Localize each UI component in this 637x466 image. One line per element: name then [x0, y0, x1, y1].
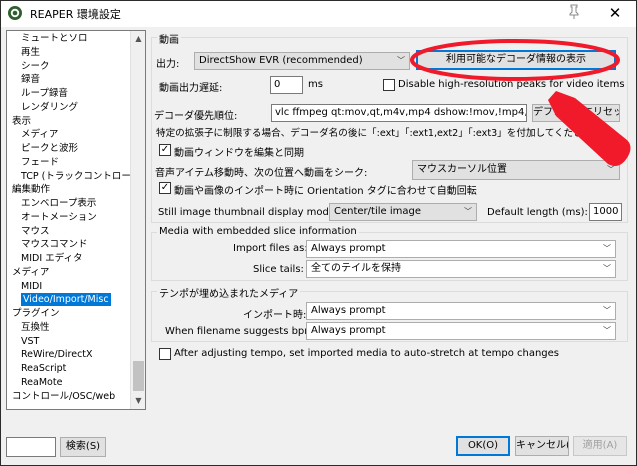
annotation-arrow: [548, 91, 631, 166]
annotation-overlay: [410, 39, 631, 166]
annotation-ellipse: [410, 39, 620, 81]
